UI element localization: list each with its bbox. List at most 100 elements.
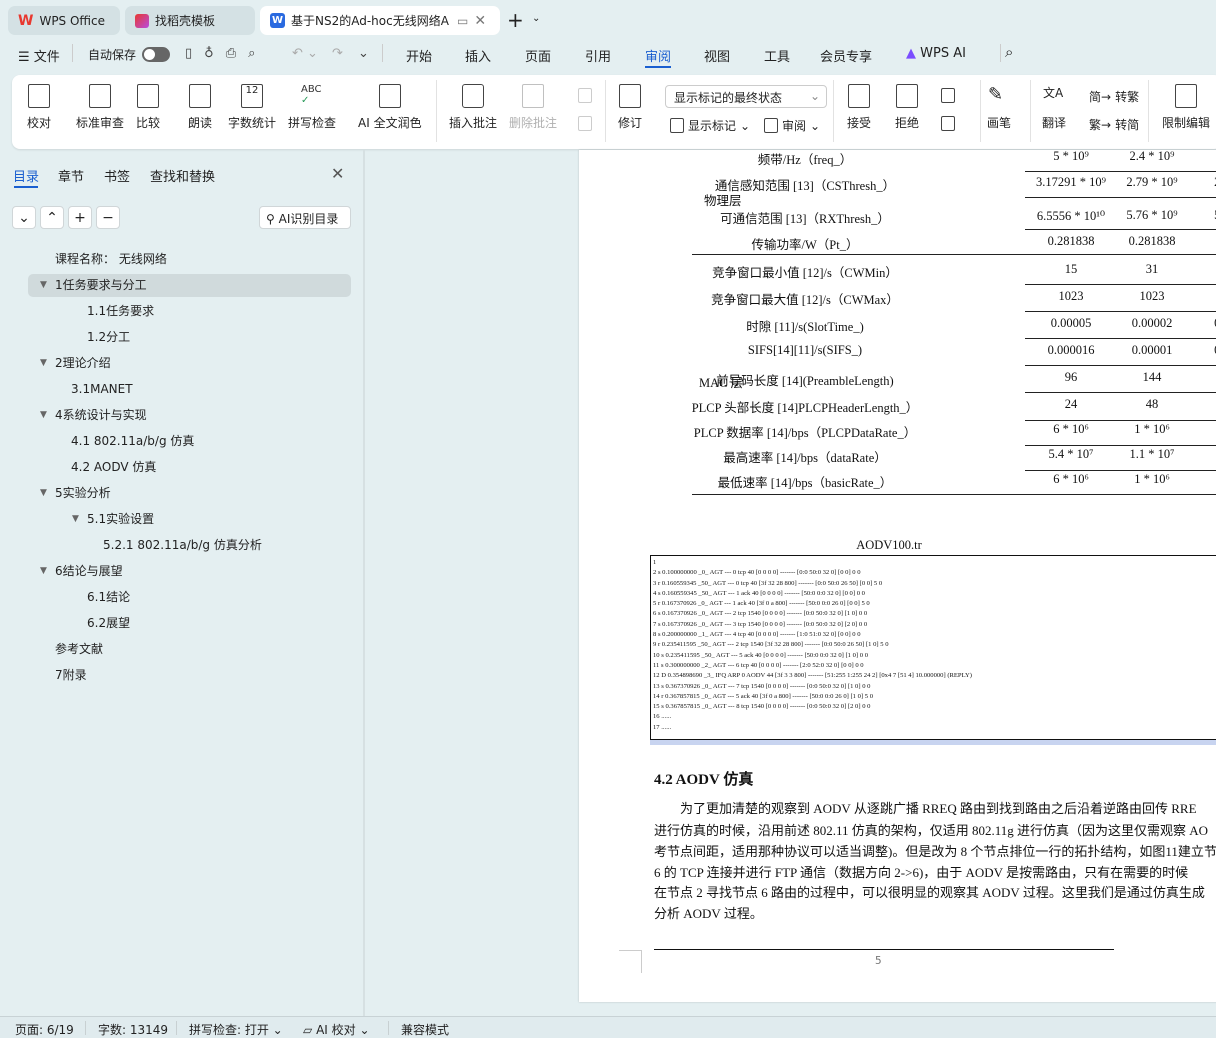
menu-insert[interactable]: 插入 (465, 46, 491, 65)
table-cell: 24 (1064, 397, 1078, 411)
expand-triangle-icon[interactable]: ▼ (40, 280, 47, 290)
menu-view[interactable]: 视图 (704, 46, 730, 65)
menu-home[interactable]: 开始 (406, 46, 432, 65)
toc-item[interactable]: 6结论与展望 (55, 560, 123, 582)
menu-review[interactable]: 审阅 (645, 46, 671, 65)
autosave-toggle[interactable] (142, 47, 170, 62)
sidebar-tab-find-replace[interactable]: 查找和替换 (150, 166, 215, 185)
ai-toc-button[interactable]: ⚲ AI识别目录 (259, 206, 351, 229)
chevron-down-icon[interactable]: ⌄ (532, 13, 540, 24)
toc-item[interactable]: 5.2.1 802.11a/b/g 仿真分析 (103, 534, 262, 556)
search-icon[interactable]: ⌕ (1005, 43, 1013, 61)
markup-mode-select[interactable]: 显示标记的最终状态 ⌄ (665, 85, 827, 108)
tab-wps-office[interactable]: W WPS Office (8, 6, 120, 35)
sidebar-tab-toc[interactable]: 目录 (13, 166, 39, 185)
page-indicator[interactable]: 页面: 6/19 (15, 1021, 74, 1038)
spell-check-button[interactable]: ABC ✓ 拼写检查 (288, 75, 336, 131)
table-cell: 1 (1180, 289, 1216, 304)
quick-access-icons[interactable]: ▯♁⎙⌕ (185, 46, 267, 61)
toc-item[interactable]: 7附录 (55, 664, 87, 686)
sidebar-tab-bookmarks[interactable]: 书签 (104, 166, 130, 185)
toc-item[interactable]: 2理论介绍 (55, 352, 111, 374)
to-traditional-button[interactable]: 简→ 转繁 (1089, 88, 1139, 105)
track-changes-button[interactable]: 修订 (618, 75, 642, 131)
toc-item[interactable]: 1任务要求与分工 (55, 274, 147, 296)
pen-button[interactable]: ✎ 画笔 (987, 75, 1011, 131)
prev-comment-icon[interactable] (578, 88, 592, 103)
pen-icon: ✎ (988, 84, 1004, 105)
next-change-icon[interactable] (941, 116, 955, 131)
toc-item[interactable]: 3.1MANET (71, 378, 133, 400)
toc-item[interactable]: 课程名称： 无线网络 (55, 248, 167, 270)
expand-triangle-icon[interactable]: ▼ (40, 358, 47, 368)
code-line: 13 s 0.367370926 _0_ AGT --- 7 tcp 1540 … (653, 682, 871, 690)
translate-button[interactable]: 文A 翻译 (1042, 75, 1066, 131)
show-markup-button[interactable]: 显示标记 ⌄ (670, 117, 750, 134)
toc-item[interactable]: 4.1 802.11a/b/g 仿真 (71, 430, 194, 452)
next-comment-icon[interactable] (578, 116, 592, 131)
menu-tools[interactable]: 工具 (764, 46, 790, 65)
redo-icon[interactable]: ↷ (332, 46, 343, 61)
toc-item[interactable]: 6.2展望 (87, 612, 130, 634)
toc-item[interactable]: 参考文献 (55, 638, 103, 660)
table-cell: 0.281838 (1047, 234, 1095, 248)
restrict-edit-button[interactable]: 限制编辑 (1162, 75, 1210, 131)
toc-item[interactable]: 5.1实验设置 (87, 508, 154, 530)
prev-change-icon[interactable] (941, 88, 955, 103)
reject-button[interactable]: 拒绝 (895, 75, 919, 131)
delete-comment-button[interactable]: 删除批注 (509, 75, 557, 131)
tab-docer[interactable]: 找稻壳模板 (125, 6, 255, 35)
menu-wps-ai[interactable]: ▲ WPS AI (906, 46, 966, 61)
remove-heading-button[interactable]: − (96, 206, 120, 229)
expand-triangle-icon[interactable]: ▼ (40, 488, 47, 498)
table-cell: 31 (1145, 262, 1159, 276)
sidebar-resize-handle[interactable] (363, 150, 365, 1016)
review-pane-icon (764, 118, 778, 133)
table-row-label: PLCP 头部长度 [14]PLCPHeaderLength_） (691, 401, 919, 415)
standard-review-icon (89, 84, 111, 108)
expand-triangle-icon[interactable]: ▼ (40, 410, 47, 420)
spell-check-status[interactable]: 拼写检查: 打开 ⌄ (189, 1021, 283, 1038)
ai-polish-button[interactable]: AI 全文润色 (358, 75, 422, 131)
read-aloud-button[interactable]: 朗读 (188, 75, 212, 131)
code-line: 10 s 0.235411595 _50_ AGT --- 5 ack 40 [… (653, 651, 868, 659)
menu-member[interactable]: 会员专享 (820, 46, 872, 65)
insert-comment-button[interactable]: 插入批注 (449, 75, 497, 131)
file-menu[interactable]: ☰ 文件 (18, 46, 60, 65)
expand-button[interactable]: ⌃ (40, 206, 64, 229)
more-chevron-icon[interactable]: ⌄ (358, 46, 369, 61)
paragraph-line: 6 的 TCP 连接并进行 FTP 通信（数据方向 2->6)，由于 AODV … (654, 865, 1189, 880)
proofread-button[interactable]: 校对 (27, 75, 51, 131)
accept-button[interactable]: 接受 (847, 75, 871, 131)
toc-item[interactable]: 6.1结论 (87, 586, 130, 608)
undo-icon[interactable]: ↶ ⌄ (292, 46, 318, 61)
expand-triangle-icon[interactable]: ▼ (40, 566, 47, 576)
menu-references[interactable]: 引用 (585, 46, 611, 65)
word-count-icon: 12 (241, 84, 263, 108)
expand-triangle-icon[interactable]: ▼ (72, 514, 79, 524)
new-tab-icon[interactable]: + (507, 8, 524, 32)
add-heading-button[interactable]: + (68, 206, 92, 229)
close-icon[interactable]: ✕ (331, 164, 344, 183)
toc-item[interactable]: 4系统设计与实现 (55, 404, 147, 426)
collapse-button[interactable]: ⌄ (12, 206, 36, 229)
compare-button[interactable]: 比较 (136, 75, 160, 131)
monitor-icon[interactable]: ▭ (457, 14, 468, 28)
ai-check-status[interactable]: ▱ AI 校对 ⌄ (303, 1021, 370, 1038)
review-pane-button[interactable]: 审阅 ⌄ (764, 117, 820, 134)
table-rule (1025, 171, 1216, 172)
menu-page[interactable]: 页面 (525, 46, 551, 65)
delete-comment-icon (522, 84, 544, 108)
toc-item[interactable]: 5实验分析 (55, 482, 111, 504)
close-tab-icon[interactable]: ✕ (474, 13, 486, 29)
standard-review-button[interactable]: 标准审查 (76, 75, 124, 131)
to-simplified-button[interactable]: 繁→ 转简 (1089, 116, 1139, 133)
toc-item[interactable]: 4.2 AODV 仿真 (71, 456, 156, 478)
word-count[interactable]: 字数: 13149 (98, 1021, 168, 1038)
toc-item[interactable]: 1.2分工 (87, 326, 130, 348)
table-row-label: 频带/Hz（freq_） (757, 153, 853, 167)
toc-item[interactable]: 1.1任务要求 (87, 300, 154, 322)
word-count-button[interactable]: 12 字数统计 (228, 75, 276, 131)
sidebar-tab-chapters[interactable]: 章节 (58, 166, 84, 185)
tab-document[interactable]: W 基于NS2的Ad-hoc无线网络A ▭ ✕ (260, 6, 500, 35)
